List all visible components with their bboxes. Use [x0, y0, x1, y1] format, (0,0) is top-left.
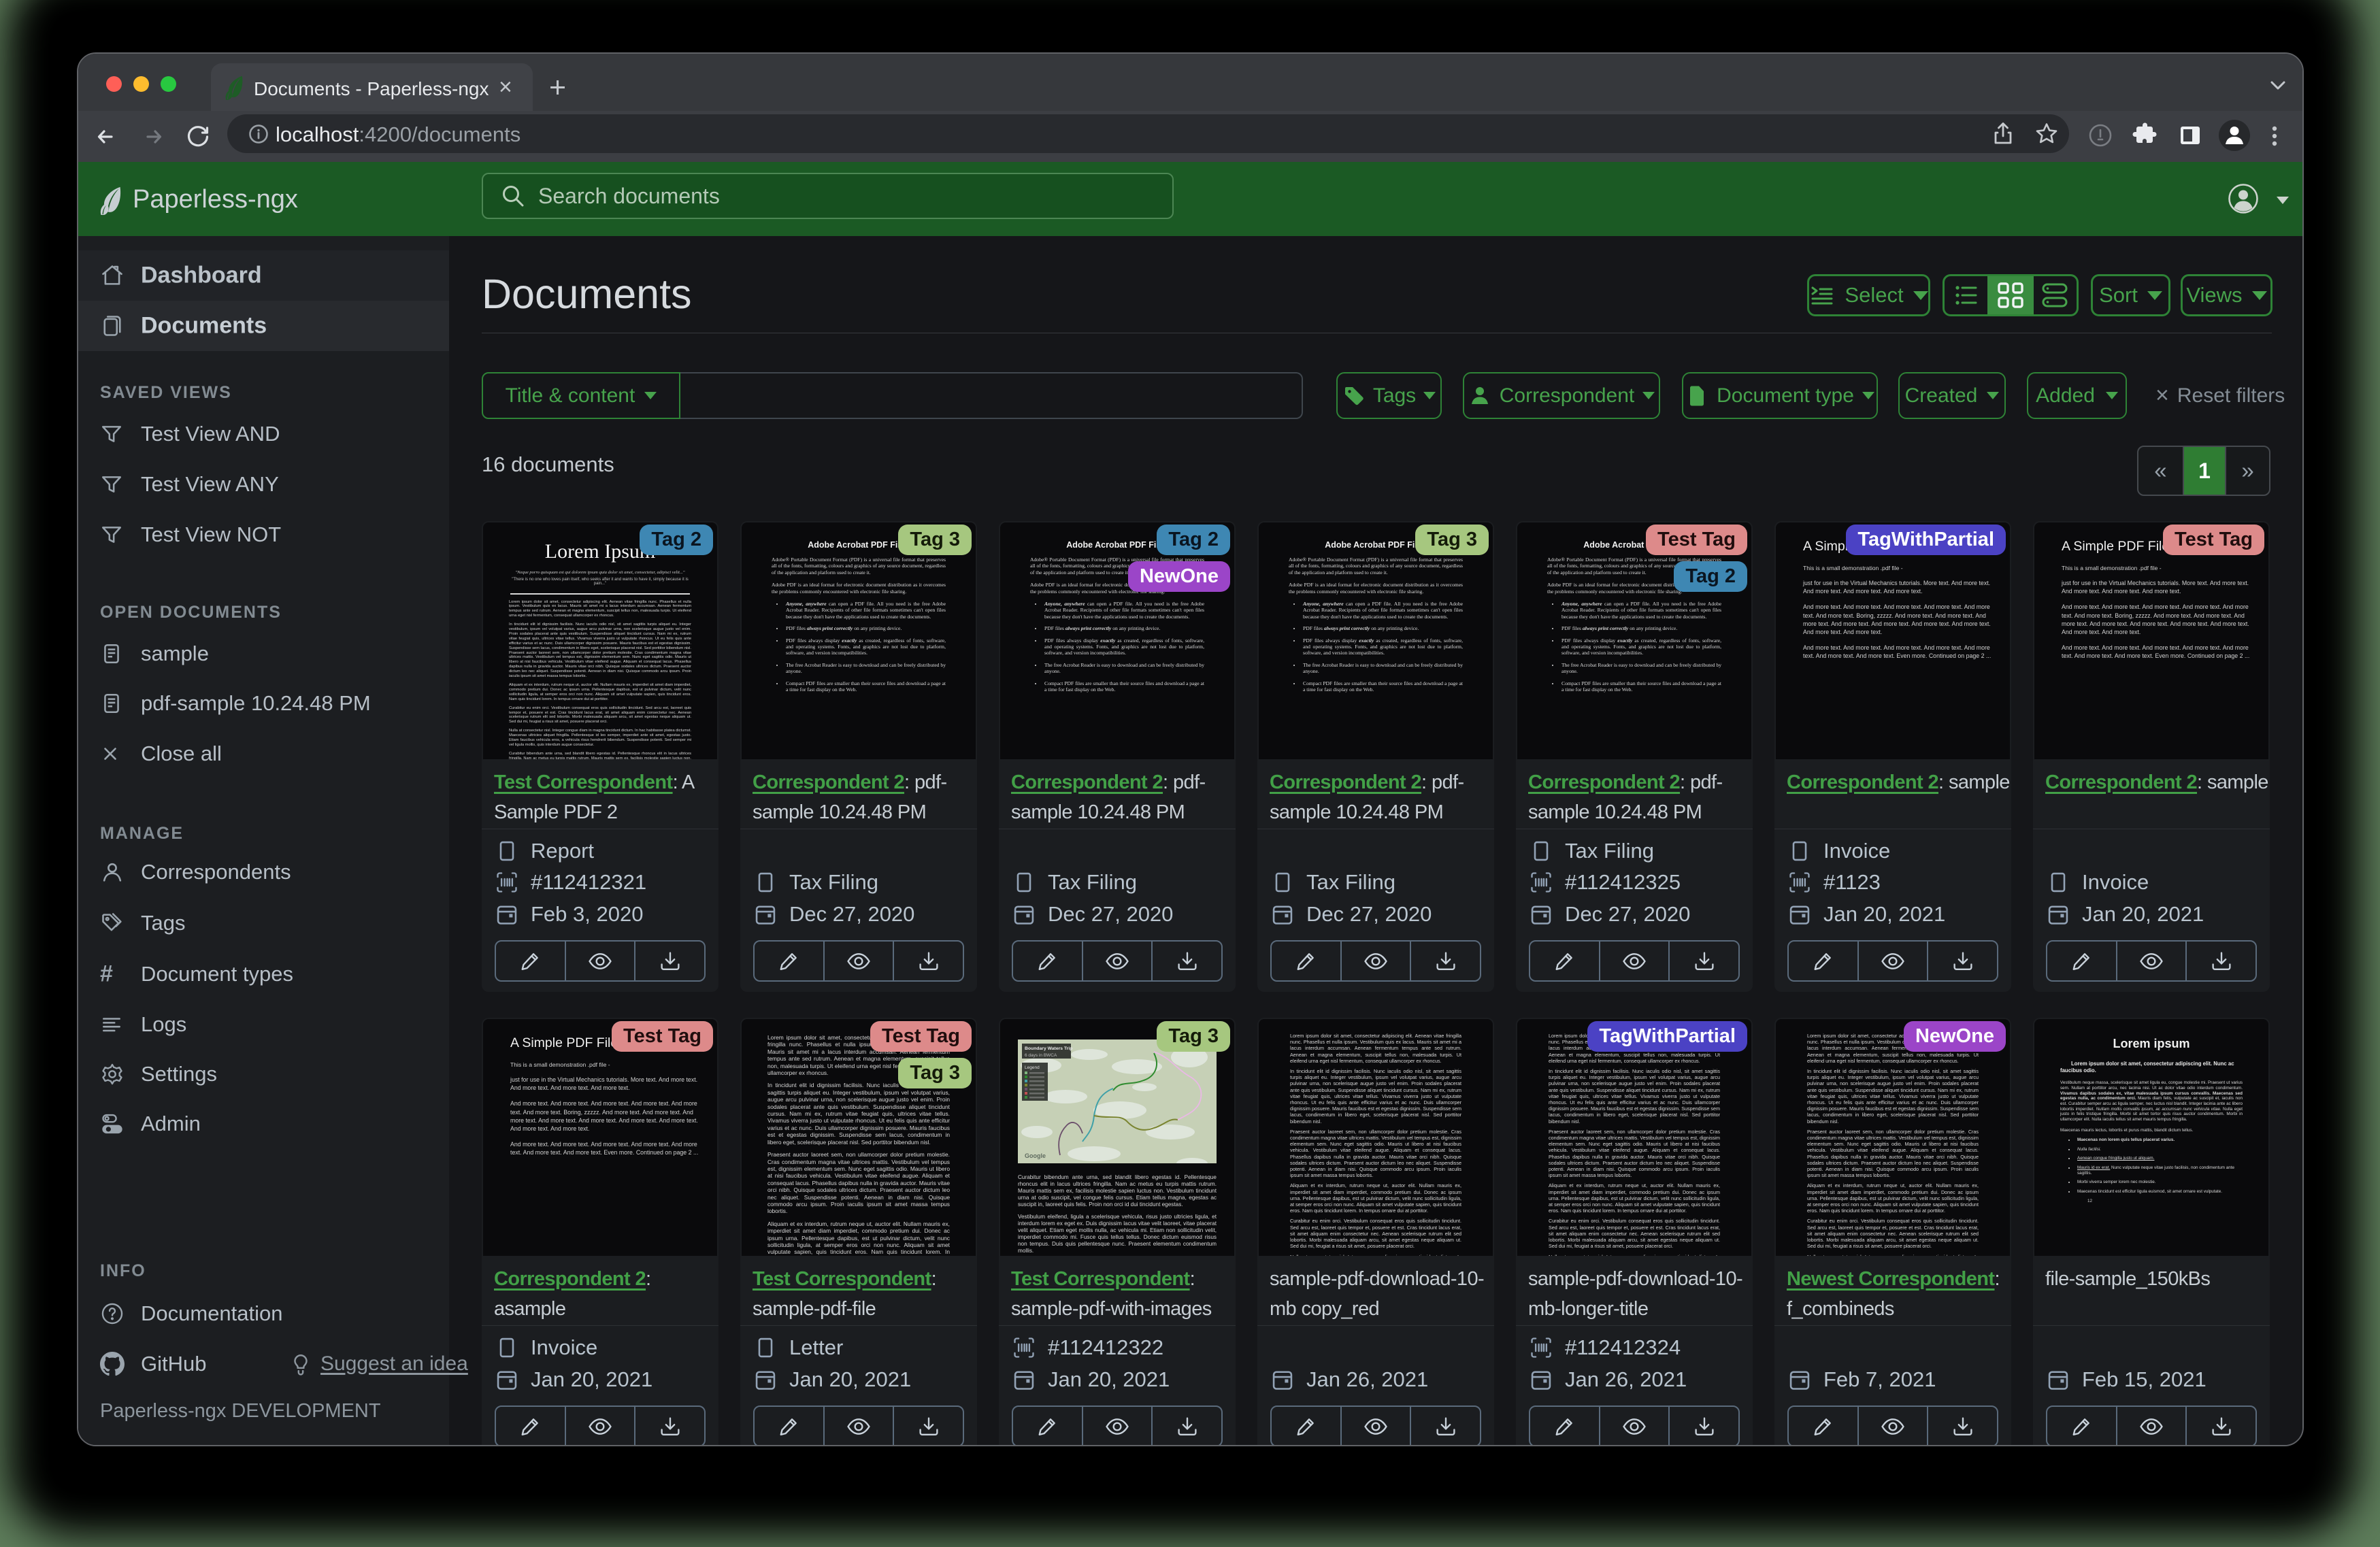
svg-text:Google: Google	[1025, 1152, 1046, 1159]
svg-text:Boundary Waters Trip: Boundary Waters Trip	[1025, 1046, 1072, 1051]
svg-text:6 days in BWCA: 6 days in BWCA	[1025, 1053, 1057, 1058]
svg-text:Legend: Legend	[1025, 1065, 1040, 1070]
